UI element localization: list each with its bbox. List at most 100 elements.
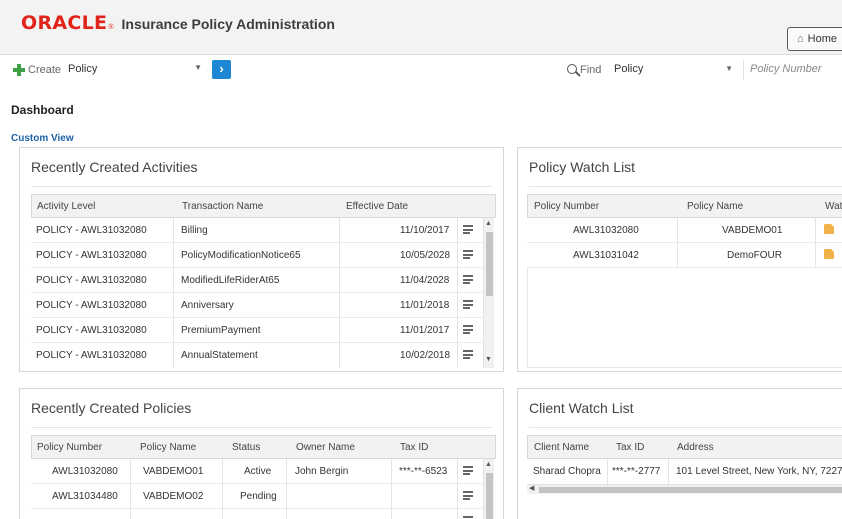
- scroll-thumb[interactable]: [486, 473, 493, 519]
- row-menu-icon[interactable]: [463, 350, 473, 359]
- create-go-button[interactable]: ›: [212, 60, 231, 79]
- search-icon: [567, 64, 577, 74]
- status: Active: [244, 466, 272, 477]
- scroll-left-icon[interactable]: ◀: [529, 484, 534, 492]
- transaction-name: Anniversary: [181, 300, 234, 311]
- table-row[interactable]: POLICY - AWL31032080 AnnualStatement 10/…: [31, 343, 483, 368]
- row-menu-icon[interactable]: [463, 466, 473, 475]
- activity-level: POLICY - AWL31032080: [36, 275, 147, 286]
- activity-level: POLICY - AWL31032080: [36, 325, 147, 336]
- row-menu-icon[interactable]: [463, 225, 473, 234]
- grid-header: Policy Number Policy Name Watc: [527, 194, 842, 218]
- find-type-value: Policy: [614, 63, 644, 75]
- effective-date: 11/04/2028: [400, 275, 450, 286]
- column-header[interactable]: Address: [677, 442, 714, 453]
- column-header[interactable]: Client Name: [534, 442, 589, 453]
- table-row[interactable]: POLICY - AWL31032080 PolicyModificationN…: [31, 243, 483, 268]
- grid-header: Client Name Tax ID Address: [527, 435, 842, 459]
- panel-title: Client Watch List: [529, 400, 634, 416]
- policy-number-input[interactable]: Policy Number: [743, 60, 842, 80]
- column-header[interactable]: Transaction Name: [182, 201, 263, 212]
- activity-level: POLICY - AWL31032080: [36, 350, 147, 361]
- table-row[interactable]: [31, 509, 483, 519]
- table-row[interactable]: POLICY - AWL31032080 ModifiedLifeRiderAt…: [31, 268, 483, 293]
- scroll-thumb[interactable]: [539, 487, 842, 493]
- custom-view-link[interactable]: Custom View: [11, 133, 74, 144]
- watch-note-icon[interactable]: [824, 224, 834, 234]
- row-menu-icon[interactable]: [463, 325, 473, 334]
- table-row[interactable]: Sharad Chopra ***-**-2777 101 Level Stre…: [527, 459, 842, 484]
- transaction-name: Billing: [181, 225, 208, 236]
- column-header[interactable]: Status: [232, 442, 260, 453]
- column-header[interactable]: Owner Name: [296, 442, 355, 453]
- effective-date: 10/02/2018: [400, 350, 451, 361]
- watch-note-icon[interactable]: [824, 249, 834, 259]
- panel-title: Recently Created Activities: [31, 159, 198, 175]
- scroll-up-icon[interactable]: ▲: [485, 220, 492, 227]
- oracle-logo: ORACLE: [21, 12, 108, 34]
- home-label: Home: [807, 33, 837, 45]
- effective-date: 11/10/2017: [400, 225, 450, 236]
- effective-date: 10/05/2028: [400, 250, 451, 261]
- effective-date: 11/01/2018: [400, 300, 450, 311]
- address: 101 Level Street, New York, NY, 72278: [676, 466, 842, 477]
- grid-header: Policy Number Policy Name Status Owner N…: [31, 435, 496, 459]
- column-header[interactable]: Tax ID: [616, 442, 644, 453]
- grid-empty-area: [527, 268, 842, 368]
- chevron-down-icon: ▼: [194, 63, 202, 72]
- column-header[interactable]: Watc: [825, 201, 842, 212]
- client-watch-panel: Client Watch List Client Name Tax ID Add…: [517, 388, 842, 519]
- transaction-name: ModifiedLifeRiderAt65: [181, 275, 280, 286]
- tax-id: ***-**-6523: [399, 466, 448, 477]
- vertical-scrollbar[interactable]: ▲: [483, 459, 494, 519]
- grid-header: Activity Level Transaction Name Effectiv…: [31, 194, 496, 218]
- table-row[interactable]: POLICY - AWL31032080 Anniversary 11/01/2…: [31, 293, 483, 318]
- activities-panel: Recently Created Activities Activity Lev…: [19, 147, 504, 372]
- row-menu-icon[interactable]: [463, 300, 473, 309]
- policy-number: AWL31031042: [573, 250, 639, 261]
- panel-divider: [529, 427, 842, 428]
- tax-id: ***-**-2777: [612, 466, 661, 477]
- policy-name: VABDEMO02: [143, 491, 204, 502]
- vertical-scrollbar[interactable]: ▲ ▼: [483, 218, 494, 368]
- panel-divider: [31, 186, 492, 187]
- column-header[interactable]: Effective Date: [346, 201, 408, 212]
- row-menu-icon[interactable]: [463, 275, 473, 284]
- transaction-name: AnnualStatement: [181, 350, 258, 361]
- home-button[interactable]: ⌂ Home: [787, 27, 842, 51]
- policies-panel: Recently Created Policies Policy Number …: [19, 388, 504, 519]
- column-header[interactable]: Policy Name: [140, 442, 196, 453]
- scroll-down-icon[interactable]: ▼: [485, 356, 492, 363]
- row-menu-icon[interactable]: [463, 250, 473, 259]
- row-menu-icon[interactable]: [463, 491, 473, 500]
- client-name: Sharad Chopra: [533, 466, 601, 477]
- table-row[interactable]: POLICY - AWL31032080 PremiumPayment 11/0…: [31, 318, 483, 343]
- column-header[interactable]: Policy Name: [687, 201, 743, 212]
- scroll-thumb[interactable]: [486, 232, 493, 296]
- plus-icon[interactable]: [13, 64, 25, 76]
- status: Pending: [240, 491, 277, 502]
- table-row[interactable]: AWL31034480 VABDEMO02 Pending: [31, 484, 483, 509]
- policy-number: AWL31032080: [573, 225, 639, 236]
- horizontal-scrollbar[interactable]: ◀: [527, 484, 842, 494]
- create-type-select[interactable]: Policy ▼: [64, 60, 208, 80]
- table-row[interactable]: AWL31032080 VABDEMO01: [527, 218, 842, 243]
- policy-number: AWL31032080: [52, 466, 118, 477]
- toolbar: Create Policy ▼ › Find Policy ▼ Policy N…: [0, 58, 842, 90]
- panel-divider: [529, 186, 842, 187]
- column-header[interactable]: Activity Level: [37, 201, 95, 212]
- find-type-select[interactable]: Policy ▼: [611, 60, 739, 80]
- table-row[interactable]: AWL31031042 DemoFOUR: [527, 243, 842, 268]
- policy-watch-panel: Policy Watch List Policy Number Policy N…: [517, 147, 842, 372]
- column-header[interactable]: Tax ID: [400, 442, 428, 453]
- column-header[interactable]: Policy Number: [534, 201, 599, 212]
- transaction-name: PremiumPayment: [181, 325, 261, 336]
- column-header[interactable]: Policy Number: [37, 442, 102, 453]
- table-row[interactable]: AWL31032080 VABDEMO01 Active John Bergin…: [31, 459, 483, 484]
- panel-divider: [31, 427, 492, 428]
- table-row[interactable]: POLICY - AWL31032080 Billing 11/10/2017: [31, 218, 483, 243]
- scroll-up-icon[interactable]: ▲: [485, 461, 492, 468]
- brand: ORACLE ® Insurance Policy Administration: [21, 12, 335, 34]
- panel-title: Recently Created Policies: [31, 400, 192, 416]
- panel-title: Policy Watch List: [529, 159, 636, 175]
